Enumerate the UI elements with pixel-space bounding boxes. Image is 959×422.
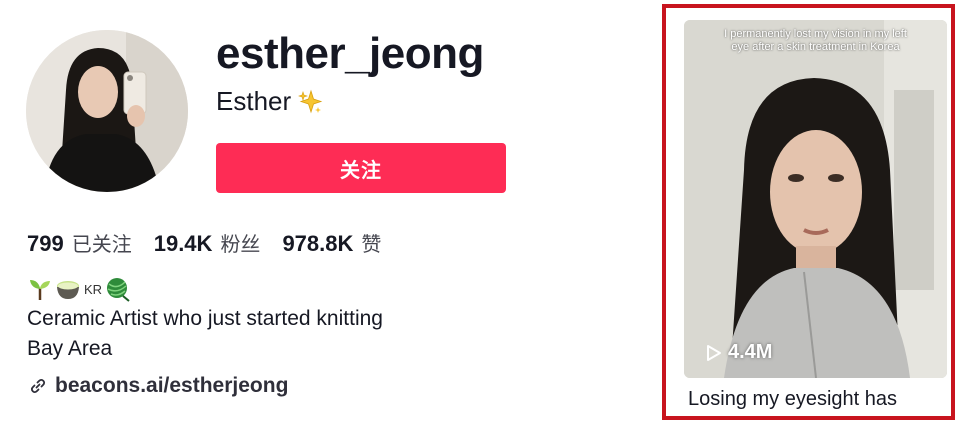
stat-following[interactable]: 799 已关注 <box>27 228 132 257</box>
profile-stats: 799 已关注 19.4K 粉丝 978.8K 赞 <box>27 228 403 257</box>
video-title[interactable]: Losing my eyesight has <box>688 388 897 411</box>
follow-button[interactable]: 关注 <box>216 143 506 193</box>
yarn-bowl-icon <box>57 281 79 299</box>
yarn-ball-icon <box>107 278 130 302</box>
stat-label: 已关注 <box>71 232 132 256</box>
video-views: 4.4M <box>706 341 772 364</box>
bio-link[interactable]: beacons.ai/estherjeong <box>29 374 288 398</box>
bio-text: Ceramic Artist who just started knitting <box>27 307 383 330</box>
username: esther_jeong <box>216 29 484 78</box>
stat-value: 799 <box>27 231 64 256</box>
bio-location: Bay Area <box>27 337 113 360</box>
profile-photo <box>26 30 188 192</box>
stat-value: 19.4K <box>153 231 213 256</box>
link-icon <box>30 378 46 394</box>
bio-link-text: beacons.ai/estherjeong <box>55 374 289 397</box>
avatar[interactable] <box>26 30 188 192</box>
stat-likes: 978.8K 赞 <box>282 228 381 257</box>
kr-flag-text: KR <box>84 281 103 297</box>
stat-value: 978.8K <box>282 231 354 256</box>
seedling-icon <box>30 280 50 300</box>
nickname-text: Esther <box>216 86 292 116</box>
play-icon <box>707 344 721 361</box>
nickname: Esther <box>216 86 323 117</box>
video-views-count: 4.4M <box>728 341 773 363</box>
sparkles-icon <box>298 89 323 113</box>
video-overlay-text: I permanently lost my vision in my left … <box>724 28 907 53</box>
stat-followers[interactable]: 19.4K 粉丝 <box>154 228 261 257</box>
stat-label: 赞 <box>361 232 382 256</box>
video-card[interactable]: I permanently lost my vision in my left … <box>662 4 955 420</box>
stat-label: 粉丝 <box>220 232 261 256</box>
bio-emoji-row: KR <box>27 276 131 302</box>
video-thumbnail[interactable]: I permanently lost my vision in my left … <box>684 20 947 378</box>
video-thumbnail-image <box>684 20 947 378</box>
